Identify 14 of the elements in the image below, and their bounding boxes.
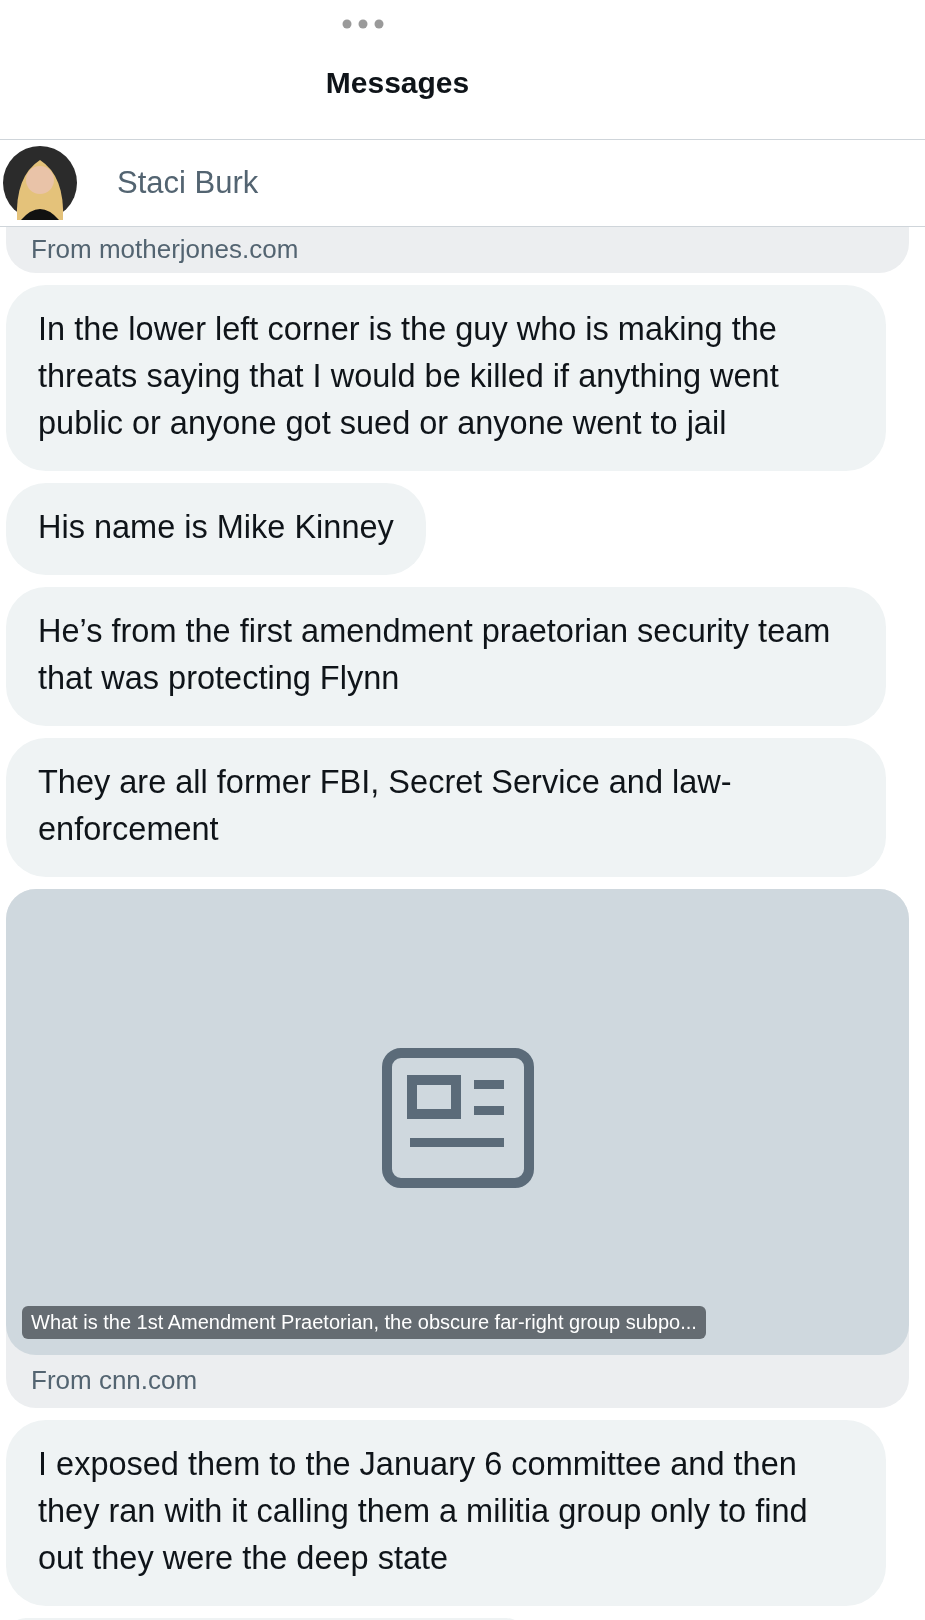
message-bubble: In the lower left corner is the guy who is making the threats saying that I would be killed if anything went public or anyone got sued or anyone went to jail bbox=[6, 285, 886, 471]
message-bubble: I exposed them to the January 6 committee and then they ran with it calling them a militia group only to find out they were the deep state bbox=[6, 1420, 886, 1606]
link-title: What is the 1st Amendment Praetorian, the obscure far-right group subpo... bbox=[22, 1306, 706, 1339]
link-card[interactable]: From motherjones.com bbox=[6, 227, 909, 273]
more-icon[interactable] bbox=[341, 19, 384, 29]
avatar[interactable] bbox=[3, 146, 77, 220]
link-card[interactable]: What is the 1st Amendment Praetorian, the obscure far-right group subpo... From cnn.com bbox=[6, 889, 909, 1408]
message-bubble: His name is Mike Kinney bbox=[6, 483, 426, 575]
link-source: From cnn.com bbox=[30, 1364, 199, 1397]
message-bubble: He’s from the first amendment praetorian security team that was protecting Flynn bbox=[6, 587, 886, 726]
message-bubble: They are all former FBI, Secret Service and law-enforcement bbox=[6, 738, 886, 877]
newspaper-icon bbox=[381, 1048, 534, 1188]
contact-name[interactable]: Staci Burk bbox=[117, 165, 259, 201]
page-title: Messages bbox=[325, 66, 470, 100]
